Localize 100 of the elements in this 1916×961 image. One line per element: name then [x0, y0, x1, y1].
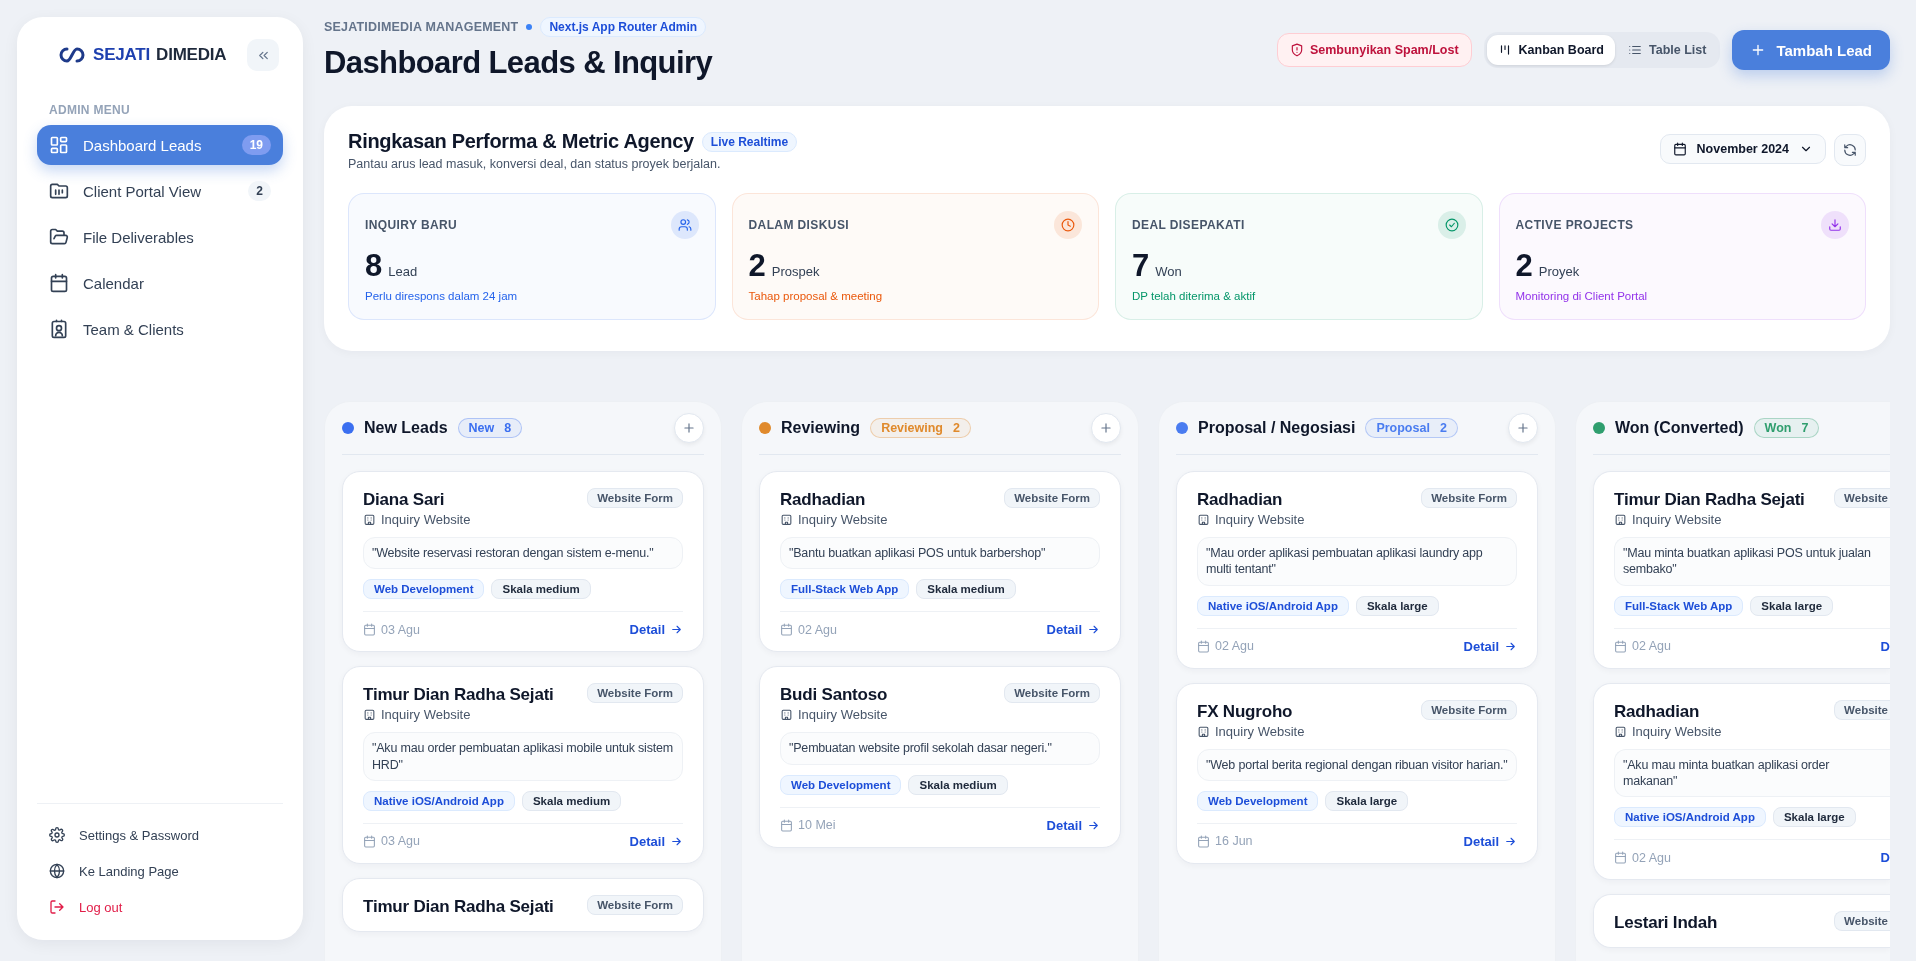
refresh-button[interactable]: [1834, 134, 1866, 166]
month-select[interactable]: November 2024: [1659, 134, 1826, 164]
count-badge: 2: [248, 181, 271, 201]
plus-icon: [682, 421, 696, 435]
column-title: Proposal / Negosiasi: [1198, 419, 1356, 437]
detail-link[interactable]: Detail: [1046, 817, 1100, 833]
calendar-icon: [363, 623, 376, 637]
metric-value: 2: [1515, 248, 1533, 284]
logout-button[interactable]: Log out: [37, 892, 283, 922]
calendar-icon: [1614, 851, 1627, 864]
nav-item[interactable]: Team & Clients: [37, 309, 283, 349]
scale-tag: Skala medium: [521, 790, 622, 811]
lead-name: FX Nugroho: [1197, 701, 1293, 722]
lead-date: 02 Agu: [1215, 639, 1254, 653]
status-label: Proposal: [1376, 421, 1430, 435]
framework-tag: Next.js App Router Admin: [540, 17, 707, 37]
lead-name: Diana Sari: [363, 490, 445, 510]
building-icon: [363, 708, 376, 722]
detail-link[interactable]: Detail: [629, 833, 683, 849]
source-badge: Website Form: [587, 488, 683, 508]
detail-link[interactable]: Detail: [1463, 638, 1517, 654]
service-tag: Web Development: [780, 774, 902, 795]
source-badge: Website: [1834, 911, 1890, 931]
service-tag: Web Development: [1197, 790, 1319, 811]
lead-card[interactable]: Radhadian Website Inquiry Website "Aku mau minta buatkan aplikasi order makanan" Native iOS/Android App Skala large 02 Agu D: [1593, 682, 1890, 880]
lead-name: Timur Dian Radha Sejati: [1614, 490, 1805, 510]
scale-tag: Skala large: [1355, 595, 1439, 616]
lead-card[interactable]: Radhadian Website Form Inquiry Website "Bantu buatkan aplikasi POS untuk barbershop" Full-Stack Web App Skala medium 02 Agu Detail: [759, 471, 1121, 653]
source-badge: Website Form: [587, 683, 683, 704]
collapse-button[interactable]: [247, 39, 279, 71]
logo-text: DIMEDIA: [156, 45, 227, 65]
status-count: 7: [1801, 421, 1809, 435]
metric-unit: Won: [1155, 264, 1182, 279]
calendar-icon: [49, 273, 69, 293]
add-card-button[interactable]: [674, 413, 704, 443]
lead-message: "Pembuatan website profil sekolah dasar negeri.": [780, 732, 1100, 765]
lead-name: Lestari Indah: [1614, 913, 1718, 933]
lead-card[interactable]: FX Nugroho Website Form Inquiry Website "Web portal berita regional dengan ribuan visitor harian." Web Development Skala large 16 Jun Detail: [1176, 682, 1538, 864]
detail-link[interactable]: Detail: [1046, 622, 1100, 638]
lead-source: Inquiry Website: [381, 512, 471, 527]
plus-icon: [1099, 421, 1113, 435]
metric-value: 8: [365, 248, 383, 284]
lead-card[interactable]: Timur Dian Radha Sejati Website Inquiry Website "Mau minta buatkan aplikasi POS untuk jualan sembako" Full-Stack Web App Skala large 02 Agu D: [1593, 471, 1890, 669]
globe-icon: [49, 863, 65, 879]
logout-icon: [49, 899, 65, 915]
check-circle-icon: [1444, 218, 1459, 232]
lead-card[interactable]: Diana Sari Website Form Inquiry Website "Website reservasi restoran dengan sistem e-menu." Web Development Skala medium 03 Agu Detail: [342, 471, 704, 653]
detail-link[interactable]: Detail: [1463, 833, 1517, 849]
view-tab[interactable]: Table List: [1617, 35, 1718, 65]
detail-link[interactable]: D: [1880, 638, 1890, 654]
calendar-icon: [1197, 639, 1210, 653]
lead-source: Inquiry Website: [1632, 723, 1722, 739]
source-badge: Website: [1834, 699, 1890, 720]
lead-message: "Bantu buatkan aplikasi POS untuk barbershop": [780, 537, 1100, 570]
metric-note: Tahap proposal & meeting: [748, 290, 884, 302]
calendar-icon: [363, 834, 376, 848]
add-card-button[interactable]: [1508, 413, 1538, 443]
add-lead-button[interactable]: Tambah Lead: [1732, 30, 1890, 70]
lead-date: 16 Jun: [1215, 834, 1253, 849]
clock-icon: [1061, 218, 1075, 232]
plus-icon: [1516, 421, 1530, 435]
metric-label: DEAL DISEPAKATI: [1132, 218, 1245, 232]
id-badge-icon: [49, 319, 69, 339]
lead-source: Inquiry Website: [798, 512, 888, 527]
metric-note: Perlu direspons dalam 24 jam: [365, 290, 519, 302]
lead-card[interactable]: Lestari Indah Website: [1593, 894, 1890, 948]
lead-card[interactable]: Timur Dian Radha Sejati Website Form Inquiry Website "Aku mau order pembuatan aplikasi mobile untuk sistem HRD" Native iOS/Android App Skala medium 03 Agu Detail: [342, 666, 704, 864]
lead-card[interactable]: Radhadian Website Form Inquiry Website "Mau order aplikasi pembuatan aplikasi laundry app multi tentant" Native iOS/Android App Skala large 02 Agu Detail: [1176, 471, 1538, 669]
column-title: Won (Converted): [1615, 419, 1744, 437]
lead-name: Timur Dian Radha Sejati: [363, 685, 554, 706]
lead-card[interactable]: Budi Santoso Website Form Inquiry Website "Pembuatan website profil sekolah dasar negeri." Web Development Skala medium 10 Mei Detail: [759, 666, 1121, 848]
lead-message: "Website reservasi restoran dengan sistem e-menu.": [363, 537, 683, 570]
lead-date: 03 Agu: [381, 834, 420, 849]
footer-link[interactable]: Settings & Password: [37, 820, 283, 850]
breadcrumb: SEJATIDIMEDIA MANAGEMENT: [324, 20, 519, 34]
add-card-button[interactable]: [1091, 413, 1121, 443]
page-title: Dashboard Leads & Inquiry: [324, 45, 713, 81]
metric-unit: Proyek: [1538, 264, 1580, 279]
nav-item[interactable]: File Deliverables: [37, 217, 283, 257]
view-tab[interactable]: Kanban Board: [1486, 35, 1615, 65]
lead-name: Radhadian: [780, 490, 866, 510]
metric-unit: Lead: [388, 264, 418, 279]
status-label: Won: [1764, 421, 1792, 435]
lead-source: Inquiry Website: [798, 707, 888, 723]
building-icon: [780, 513, 793, 526]
hide-spam-toggle[interactable]: Sembunyikan Spam/Lost: [1276, 33, 1472, 67]
metric-note: Monitoring di Client Portal: [1515, 290, 1649, 302]
detail-link[interactable]: Detail: [629, 622, 683, 638]
source-badge: Website Form: [1421, 699, 1517, 720]
lead-date: 02 Agu: [798, 622, 837, 637]
nav-item[interactable]: Dashboard Leads 19: [37, 125, 283, 165]
source-badge: Website Form: [1421, 488, 1517, 508]
lead-name: Radhadian: [1197, 490, 1283, 510]
lead-source: Inquiry Website: [381, 707, 471, 723]
nav-item[interactable]: Calendar: [37, 263, 283, 303]
nav-item[interactable]: Client Portal View 2: [37, 171, 283, 211]
lead-message: "Aku mau order pembuatan aplikasi mobile untuk sistem HRD": [363, 732, 683, 781]
footer-link[interactable]: Ke Landing Page: [37, 856, 283, 886]
lead-card[interactable]: Timur Dian Radha Sejati Website Form: [342, 877, 704, 932]
detail-link[interactable]: D: [1880, 850, 1890, 865]
